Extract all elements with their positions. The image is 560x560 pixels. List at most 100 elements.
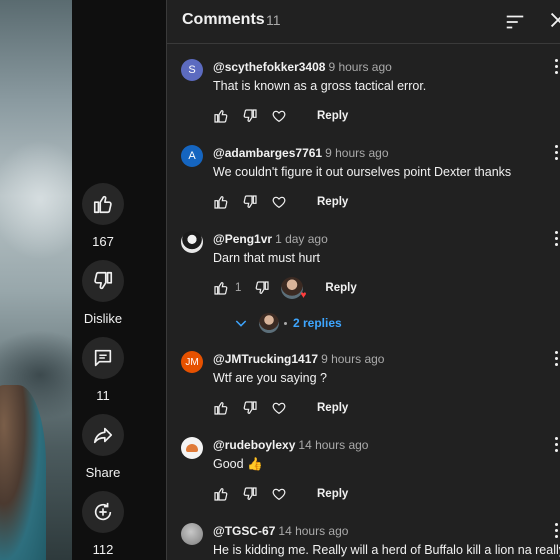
comment-meta: @rudeboylexy 14 hours ago	[213, 438, 368, 452]
comment-like-button[interactable]	[213, 280, 229, 296]
thumbs-up-icon	[214, 110, 228, 123]
avatar[interactable]	[181, 437, 203, 459]
comment-meta: @Peng1vr 1 day ago	[213, 232, 328, 246]
comment-like-button[interactable]	[213, 108, 229, 124]
remix-action[interactable]: 112	[72, 491, 134, 557]
comment-text: We couldn't figure it out ourselves poin…	[213, 165, 512, 179]
share-icon	[93, 427, 113, 444]
creator-heart-badge: ♥	[281, 277, 307, 301]
comment-time: 14 hours ago	[298, 438, 369, 452]
comment-toolbar: Reply	[213, 485, 348, 503]
reply-button[interactable]: Reply	[317, 196, 348, 208]
comment-author[interactable]: @JMTrucking1417	[213, 352, 318, 366]
replies-label: 2 replies	[293, 316, 342, 330]
dislike-label: Dislike	[83, 311, 123, 326]
thumbs-up-icon	[93, 195, 112, 214]
like-action[interactable]: 167	[72, 183, 134, 249]
comment-time: 9 hours ago	[321, 352, 385, 366]
comment-text: That is known as a gross tactical error.	[213, 79, 427, 93]
reply-button[interactable]: Reply	[317, 402, 348, 414]
heart-icon	[272, 196, 286, 209]
comment-time: 1 day ago	[275, 232, 328, 246]
comment-dislike-button[interactable]	[242, 400, 258, 416]
comments-count: 11	[96, 388, 110, 403]
comment-meta: @JMTrucking1417 9 hours ago	[213, 352, 384, 366]
thumbs-up-icon	[214, 488, 228, 501]
comment-toolbar: Reply	[213, 107, 348, 125]
dislike-action[interactable]: Dislike	[72, 260, 134, 326]
reply-button[interactable]: Reply	[317, 488, 348, 500]
avatar-image	[186, 444, 198, 452]
more-options-icon[interactable]	[553, 437, 559, 453]
comment-dislike-button[interactable]	[242, 194, 258, 210]
comment-text: Good 👍	[213, 457, 263, 471]
comments-panel: Comments 11 S @scythefokker3408 9 hours a…	[166, 0, 560, 560]
comment-text: He is kidding me. Really will a herd of …	[213, 543, 560, 557]
avatar[interactable]	[181, 523, 203, 545]
comment-like-count: 1	[235, 282, 242, 294]
comment-heart-button[interactable]	[271, 486, 287, 502]
avatar[interactable]	[181, 231, 203, 253]
thumbs-down-icon	[243, 109, 257, 122]
comment-dislike-button[interactable]	[242, 486, 258, 502]
comment-author[interactable]: @adambarges7761	[213, 146, 322, 160]
like-count: 167	[92, 234, 114, 249]
more-options-icon[interactable]	[553, 59, 559, 75]
close-icon[interactable]	[547, 9, 560, 31]
comment-time: 14 hours ago	[278, 524, 349, 538]
comments-button[interactable]	[82, 337, 124, 379]
avatar[interactable]: JM	[181, 351, 203, 373]
comment-like-button[interactable]	[213, 194, 229, 210]
more-options-icon[interactable]	[553, 145, 559, 161]
dislike-button[interactable]	[82, 260, 124, 302]
comment-author[interactable]: @Peng1vr	[213, 232, 272, 246]
comment-toolbar: Reply	[213, 193, 348, 211]
video-frame[interactable]	[0, 0, 72, 560]
comments-total: 11	[266, 12, 281, 28]
heart-icon	[272, 488, 286, 501]
avatar[interactable]: A	[181, 145, 203, 167]
comment-time: 9 hours ago	[328, 60, 392, 74]
comment-heart-button[interactable]	[271, 400, 287, 416]
view-replies-button[interactable]: 2 replies	[233, 313, 342, 333]
comment-meta: @scythefokker3408 9 hours ago	[213, 60, 392, 74]
reply-button[interactable]: Reply	[325, 282, 356, 294]
thumbs-down-icon	[243, 195, 257, 208]
thumbs-down-icon	[243, 487, 257, 500]
thumbs-up-icon	[214, 196, 228, 209]
sort-icon[interactable]	[504, 11, 526, 33]
remix-button[interactable]	[82, 491, 124, 533]
comment-dislike-button[interactable]	[254, 280, 270, 296]
more-options-icon[interactable]	[553, 351, 559, 367]
chevron-down-icon	[235, 320, 247, 327]
comment-text: Darn that must hurt	[213, 251, 320, 265]
comment-text: Wtf are you saying ?	[213, 371, 327, 385]
heart-icon: ♥	[300, 290, 307, 301]
comment-icon	[94, 349, 112, 367]
thumbs-down-icon	[256, 281, 270, 294]
comments-title: Comments	[182, 11, 265, 28]
comment-heart-button[interactable]	[271, 194, 287, 210]
comment-like-button[interactable]	[213, 486, 229, 502]
action-column: 167 Dislike 11 Share 112	[72, 0, 166, 560]
avatar[interactable]: S	[181, 59, 203, 81]
comments-header: Comments 11	[167, 0, 560, 44]
share-action[interactable]: Share	[72, 414, 134, 480]
comments-action[interactable]: 11	[72, 337, 134, 403]
more-options-icon[interactable]	[553, 523, 559, 539]
comment-dislike-button[interactable]	[242, 108, 258, 124]
comment-toolbar: 1 ♥ Reply	[213, 277, 357, 301]
comment-heart-button[interactable]	[271, 108, 287, 124]
share-button[interactable]	[82, 414, 124, 456]
heart-icon	[272, 402, 286, 415]
thumbs-up-icon	[214, 282, 228, 295]
comment-like-button[interactable]	[213, 400, 229, 416]
comment-author[interactable]: @TGSC-67	[213, 524, 275, 538]
more-options-icon[interactable]	[553, 231, 559, 247]
thumbs-down-icon	[243, 401, 257, 414]
comment-author[interactable]: @scythefokker3408	[213, 60, 325, 74]
reply-button[interactable]: Reply	[317, 110, 348, 122]
comment-time: 9 hours ago	[325, 146, 389, 160]
like-button[interactable]	[82, 183, 124, 225]
comment-author[interactable]: @rudeboylexy	[213, 438, 295, 452]
